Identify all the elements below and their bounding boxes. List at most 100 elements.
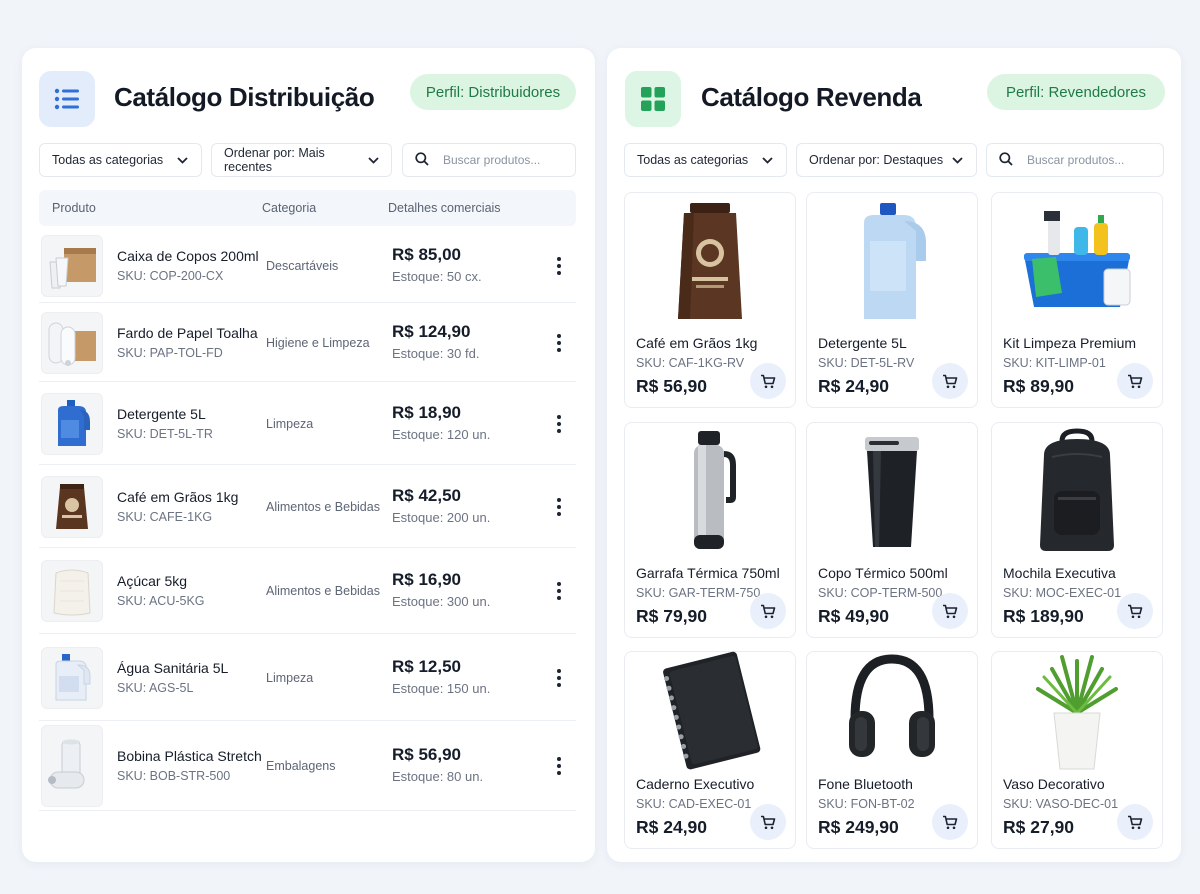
product-name: Kit Limpeza Premium <box>1003 335 1137 351</box>
product-thumbnail <box>41 560 103 622</box>
chevron-down-icon <box>368 154 379 166</box>
product-name: Açúcar 5kg <box>117 573 188 589</box>
product-name: Detergente 5L <box>818 335 907 351</box>
resale-catalog-panel: Catálogo Revenda Perfil: Revendedores To… <box>607 48 1181 862</box>
product-card[interactable]: Mochila Executiva SKU: MOC-EXEC-01 R$ 189,… <box>991 422 1163 638</box>
product-price: R$ 79,90 <box>636 606 708 626</box>
cart-icon <box>1128 815 1143 829</box>
more-options-icon[interactable] <box>551 413 567 435</box>
more-options-icon[interactable] <box>551 580 567 602</box>
table-row[interactable]: Açúcar 5kg SKU: ACU-5KG Alimentos e Bebida… <box>39 548 576 634</box>
add-to-cart-button[interactable] <box>750 363 786 399</box>
column-header-details[interactable]: Detalhes comerciais <box>388 201 501 215</box>
product-sku: SKU: COP-TERM-500 <box>818 586 943 600</box>
chevron-down-icon <box>762 154 774 166</box>
category-filter-select[interactable]: Todas as categorias <box>624 143 787 177</box>
product-price: R$ 24,90 <box>636 817 708 837</box>
column-header-category[interactable]: Categoria <box>262 201 316 215</box>
distribution-catalog-panel: Catálogo Distribuição Perfil: Distribuid… <box>22 48 595 862</box>
table-row[interactable]: Água Sanitária 5L SKU: AGS-5L Limpeza R$ 12… <box>39 634 576 721</box>
product-name: Vaso Decorativo <box>1003 776 1105 792</box>
product-name: Detergente 5L <box>117 406 206 422</box>
add-to-cart-button[interactable] <box>932 593 968 629</box>
more-options-icon[interactable] <box>551 332 567 354</box>
product-price: R$ 24,90 <box>818 376 890 396</box>
add-to-cart-button[interactable] <box>1117 804 1153 840</box>
product-card[interactable]: Café em Grãos 1kg SKU: CAF-1KG-RV R$ 56,90 <box>624 192 796 408</box>
product-sku: SKU: MOC-EXEC-01 <box>1003 586 1122 600</box>
search-icon <box>999 151 1013 169</box>
product-price: R$ 49,90 <box>818 606 890 626</box>
product-sku: SKU: ACU-5KG <box>117 594 205 608</box>
product-price: R$ 16,90 <box>392 570 461 589</box>
product-card[interactable]: Garrafa Térmica 750ml SKU: GAR-TERM-750 R$… <box>624 422 796 638</box>
sort-select[interactable]: Ordenar por: Mais recentes <box>211 143 392 177</box>
table-row[interactable]: Detergente 5L SKU: DET-5L-TR Limpeza R$ 18,… <box>39 382 576 465</box>
product-card[interactable]: Vaso Decorativo SKU: VASO-DEC-01 R$ 27,90 <box>991 651 1163 849</box>
column-header-product[interactable]: Produto <box>52 201 96 215</box>
product-name: Bobina Plástica Stretch <box>117 748 262 764</box>
product-price: R$ 18,90 <box>392 403 461 422</box>
product-price: R$ 56,90 <box>392 745 461 764</box>
product-category: Higiene e Limpeza <box>266 336 370 350</box>
plant-vase-image <box>992 652 1162 772</box>
add-to-cart-button[interactable] <box>1117 363 1153 399</box>
profile-badge[interactable]: Perfil: Revendedores <box>987 74 1165 110</box>
search-placeholder: Buscar produtos... <box>443 153 541 167</box>
table-row[interactable]: Café em Grãos 1kg SKU: CAFE-1KG Alimentos … <box>39 465 576 548</box>
more-options-icon[interactable] <box>551 255 567 277</box>
thermal-cup-image <box>807 423 977 561</box>
cart-icon <box>943 604 958 618</box>
add-to-cart-button[interactable] <box>1117 593 1153 629</box>
product-sku: SKU: PAP-TOL-FD <box>117 346 223 360</box>
sort-select[interactable]: Ordenar por: Destaques <box>796 143 977 177</box>
cleaning-kit-image <box>992 193 1162 331</box>
more-options-icon[interactable] <box>551 755 567 777</box>
add-to-cart-button[interactable] <box>932 804 968 840</box>
product-card[interactable]: Caderno Executivo SKU: CAD-EXEC-01 R$ 24,9… <box>624 651 796 849</box>
product-card[interactable]: Copo Térmico 500ml SKU: COP-TERM-500 R$ 49… <box>806 422 978 638</box>
product-sku: SKU: CAFE-1KG <box>117 510 213 524</box>
product-category: Embalagens <box>266 759 336 773</box>
category-filter-select[interactable]: Todas as categorias <box>39 143 202 177</box>
product-name: Copo Térmico 500ml <box>818 565 948 581</box>
search-input[interactable]: Buscar produtos... <box>986 143 1164 177</box>
product-card[interactable]: Fone Bluetooth SKU: FON-BT-02 R$ 249,90 <box>806 651 978 849</box>
more-options-icon[interactable] <box>551 496 567 518</box>
table-row[interactable]: Bobina Plástica Stretch SKU: BOB-STR-500 E… <box>39 721 576 811</box>
product-price: R$ 124,90 <box>392 322 471 341</box>
product-stock: Estoque: 120 un. <box>392 427 491 442</box>
cart-icon <box>761 604 776 618</box>
headphones-image <box>807 652 977 772</box>
product-thumbnail <box>41 647 103 709</box>
product-name: Café em Grãos 1kg <box>117 489 239 505</box>
product-price: R$ 27,90 <box>1003 817 1075 837</box>
product-sku: SKU: VASO-DEC-01 <box>1003 797 1119 811</box>
chevron-down-icon <box>952 154 964 166</box>
product-price: R$ 12,50 <box>392 657 461 676</box>
table-row[interactable]: Caixa de Copos 200ml SKU: COP-200-CX Desca… <box>39 228 576 303</box>
product-price: R$ 85,00 <box>392 245 461 264</box>
product-sku: SKU: BOB-STR-500 <box>117 769 231 783</box>
search-input[interactable]: Buscar produtos... <box>402 143 576 177</box>
table-header: Produto Categoria Detalhes comerciais <box>39 190 576 226</box>
table-row[interactable]: Fardo de Papel Toalha SKU: PAP-TOL-FD Higi… <box>39 303 576 382</box>
product-category: Alimentos e Bebidas <box>266 500 380 514</box>
product-sku: SKU: FON-BT-02 <box>818 797 915 811</box>
product-name: Mochila Executiva <box>1003 565 1116 581</box>
product-card[interactable]: Detergente 5L SKU: DET-5L-RV R$ 24,90 <box>806 192 978 408</box>
product-name: Garrafa Térmica 750ml <box>636 565 780 581</box>
product-stock: Estoque: 50 cx. <box>392 269 482 284</box>
product-category: Limpeza <box>266 417 314 431</box>
add-to-cart-button[interactable] <box>750 593 786 629</box>
more-options-icon[interactable] <box>551 667 567 689</box>
profile-badge[interactable]: Perfil: Distribuidores <box>410 74 576 110</box>
add-to-cart-button[interactable] <box>932 363 968 399</box>
cart-icon <box>1128 374 1143 388</box>
add-to-cart-button[interactable] <box>750 804 786 840</box>
backpack-image <box>992 423 1162 561</box>
product-sku: SKU: CAD-EXEC-01 <box>636 797 752 811</box>
product-card[interactable]: Kit Limpeza Premium SKU: KIT-LIMP-01 R$ 89… <box>991 192 1163 408</box>
product-sku: SKU: AGS-5L <box>117 681 194 695</box>
product-price: R$ 42,50 <box>392 486 461 505</box>
